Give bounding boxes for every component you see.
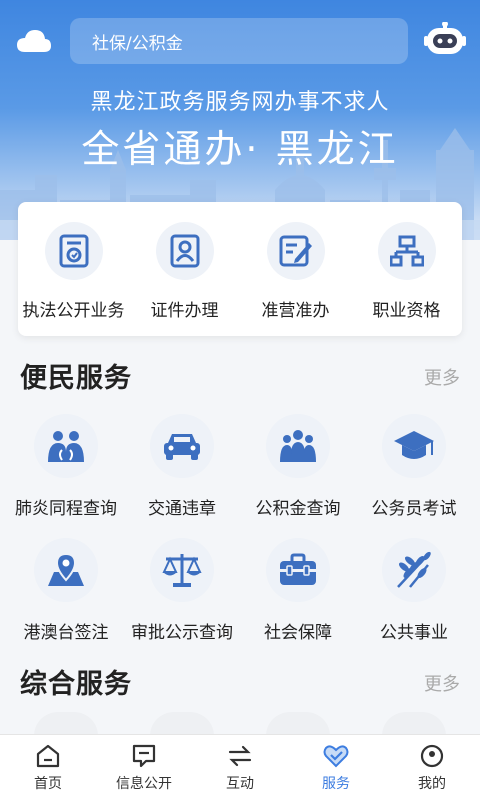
quick-item-label: 执法公开业务 <box>22 301 125 321</box>
service-icon-placeholder <box>382 712 446 736</box>
nav-item-home[interactable]: 首页 <box>0 735 96 800</box>
service-item-label: 公积金查询 <box>255 499 341 519</box>
service-item-label: 港澳台签注 <box>23 623 109 643</box>
org-chart-icon <box>377 222 436 280</box>
service-item-covid-trip[interactable]: 肺炎同程查询 <box>8 414 124 519</box>
nav-label: 互动 <box>226 776 254 792</box>
quick-item-id[interactable]: 证件办理 <box>129 202 240 336</box>
bottom-nav: 首页 信息公开 互动 服务 我的 <box>0 734 480 800</box>
robot-assistant-icon[interactable] <box>424 21 466 58</box>
home-icon <box>36 744 60 768</box>
nav-item-info[interactable]: 信息公开 <box>96 735 192 800</box>
lungs-people-icon <box>34 414 98 478</box>
service-item-housing-fund[interactable]: 公积金查询 <box>240 414 356 519</box>
more-link-convenience[interactable]: 更多 <box>424 364 460 390</box>
user-icon <box>420 744 444 768</box>
service-icon-placeholder <box>150 712 214 736</box>
service-grid-row-2: 港澳台签注 审批公示查询 社会保障 公共事业 <box>0 538 480 643</box>
people-group-icon <box>266 414 330 478</box>
service-item-civil-exam[interactable]: 公务员考试 <box>356 414 472 519</box>
scales-icon <box>150 538 214 602</box>
more-link-comprehensive[interactable]: 更多 <box>424 670 460 696</box>
message-icon <box>132 744 156 768</box>
service-item-label: 审批公示查询 <box>131 623 233 643</box>
toolbox-icon <box>266 538 330 602</box>
service-icon-placeholder <box>266 712 330 736</box>
nav-item-service[interactable]: 服务 <box>288 735 384 800</box>
quick-item-qualification[interactable]: 职业资格 <box>351 202 462 336</box>
service-item-label: 公务员考试 <box>371 499 457 519</box>
nav-item-interact[interactable]: 互动 <box>192 735 288 800</box>
nav-label: 信息公开 <box>116 776 172 792</box>
service-item-approval[interactable]: 审批公示查询 <box>124 538 240 643</box>
map-pin-icon <box>34 538 98 602</box>
section-title-comprehensive: 综合服务 <box>20 669 132 700</box>
service-item-label: 交通违章 <box>148 499 216 519</box>
service-item-social-security[interactable]: 社会保障 <box>240 538 356 643</box>
quick-services-card: 执法公开业务 证件办理 准营准办 职业资格 <box>18 202 462 336</box>
quick-item-label: 职业资格 <box>372 301 441 321</box>
hero-subtitle: 黑龙江政务服务网办事不求人 <box>90 90 390 115</box>
car-icon <box>150 414 214 478</box>
service-item-public-utility[interactable]: 公共事业 <box>356 538 472 643</box>
section-title-convenience: 便民服务 <box>20 363 132 394</box>
nav-label: 首页 <box>34 776 62 792</box>
search-placeholder: 社保/公积金 <box>92 33 183 54</box>
quick-item-law[interactable]: 执法公开业务 <box>18 202 129 336</box>
nav-label: 我的 <box>418 776 446 792</box>
quick-item-permit[interactable]: 准营准办 <box>240 202 351 336</box>
edit-doc-icon <box>266 222 325 280</box>
law-doc-icon <box>44 222 103 280</box>
quick-item-label: 证件办理 <box>150 301 219 321</box>
service-item-label: 社会保障 <box>264 623 332 643</box>
service-icon-placeholder <box>34 712 98 736</box>
id-card-icon <box>155 222 214 280</box>
comprehensive-icons-peek <box>0 712 480 736</box>
service-item-label: 肺炎同程查询 <box>15 499 117 519</box>
service-item-hk-macao-tw[interactable]: 港澳台签注 <box>8 538 124 643</box>
search-input[interactable]: 社保/公积金 <box>70 18 408 64</box>
service-item-label: 公共事业 <box>380 623 448 643</box>
nav-label: 服务 <box>322 776 350 792</box>
weather-cloud-icon[interactable] <box>16 26 52 56</box>
heart-icon <box>323 745 349 768</box>
service-item-traffic[interactable]: 交通违章 <box>124 414 240 519</box>
service-grid-row-1: 肺炎同程查询 交通违章 公积金查询 公务员考试 <box>0 414 480 519</box>
graduation-cap-icon <box>382 414 446 478</box>
wheat-icon <box>382 538 446 602</box>
quick-item-label: 准营准办 <box>261 301 330 321</box>
exchange-icon <box>228 745 252 767</box>
nav-item-mine[interactable]: 我的 <box>384 735 480 800</box>
hero-title: 全省通办· 黑龙江 <box>81 127 399 171</box>
